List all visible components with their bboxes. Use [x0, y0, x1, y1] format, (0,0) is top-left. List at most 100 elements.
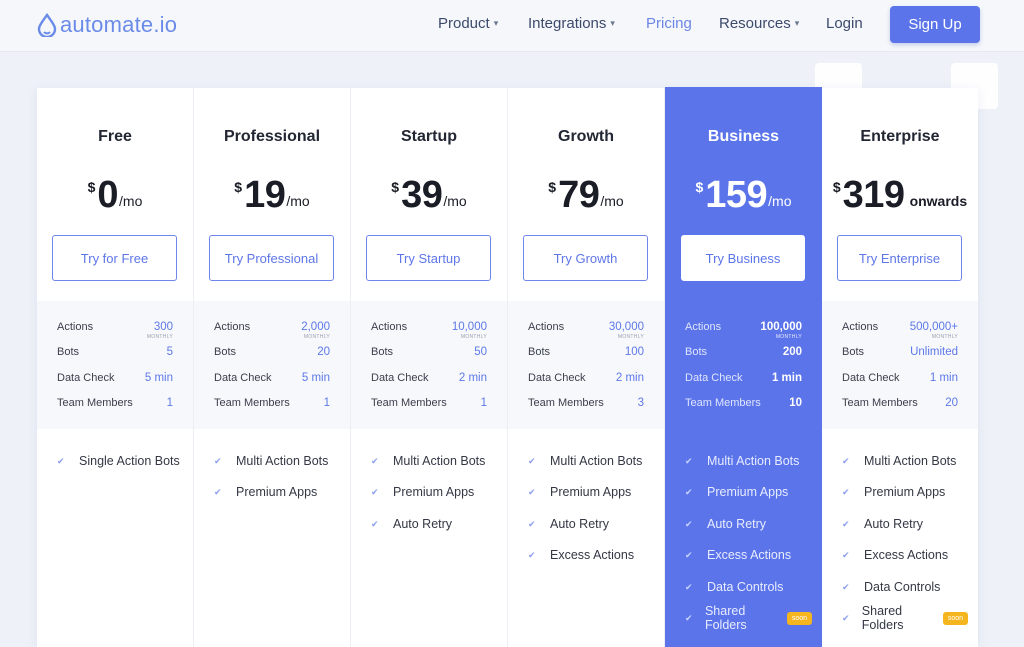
plan-name: Free [98, 128, 132, 145]
stat-actions: Actions 300 MONTHLY [57, 321, 173, 340]
nav-login[interactable]: Login [826, 15, 863, 32]
stat-label: Team Members [57, 397, 133, 409]
plan-price: $ 159 /mo [665, 175, 822, 215]
stat-bots: Bots 20 [214, 346, 330, 362]
feature-label: Multi Action Bots [393, 454, 486, 468]
feature-item: ✔ Multi Action Bots [214, 452, 340, 470]
stat-value: 3 [637, 397, 644, 409]
stat-label: Actions [842, 321, 879, 333]
nav-login-label: Login [826, 15, 863, 32]
stat-team-members: Team Members 10 [685, 397, 802, 413]
stat-label: Data Check [685, 372, 743, 384]
feature-label: Auto Retry [550, 517, 610, 531]
feature-item: ✔ Multi Action Bots [685, 452, 812, 470]
stat-value: 500,000+ [909, 321, 958, 333]
site-header: automate.io Product ▾ Integrations ▾ Prici… [0, 0, 1024, 52]
plan-name: Professional [223, 128, 321, 145]
nav-resources[interactable]: Resources ▾ [719, 15, 799, 32]
plan-stats: Actions 100,000 MONTHLY Bots 200 Data Check… [665, 301, 822, 429]
check-icon: ✔ [685, 486, 693, 497]
feature-label: Data Controls [707, 580, 784, 594]
try-growth-button[interactable]: Try Growth [523, 235, 648, 281]
feature-label: Data Controls [864, 580, 941, 594]
feature-label: Premium Apps [707, 485, 789, 499]
feature-label: Shared Folders [861, 604, 904, 632]
price-period: /mo [768, 193, 792, 209]
check-icon: ✔ [685, 612, 693, 623]
try-business-button[interactable]: Try Business [681, 235, 805, 281]
feature-label: Multi Action Bots [550, 454, 643, 468]
check-icon: ✔ [842, 549, 850, 560]
stat-value: 20 [317, 346, 330, 358]
plan-column-business: Business $ 159 /mo Try Business Actions 1… [665, 87, 822, 647]
stat-value: 1 [480, 397, 487, 409]
feature-item: ✔ Single Action Bots [57, 452, 183, 470]
stat-value: 300 [153, 321, 173, 333]
stat-team-members: Team Members 1 [371, 397, 487, 413]
logo-text: automate.io [60, 12, 178, 37]
feature-item: ✔ Excess Actions [528, 546, 654, 564]
stat-label: Data Check [842, 372, 900, 384]
feature-item: ✔ Auto Retry [685, 515, 812, 533]
logo[interactable]: automate.io [36, 11, 177, 39]
stat-label: Actions [214, 321, 251, 333]
check-icon: ✔ [528, 486, 536, 497]
plan-name: Startup [401, 128, 457, 145]
plan-column-free: Free $ 0 /mo Try for Free Actions 300 MONT… [37, 88, 194, 647]
plan-price: $ 19 /mo [194, 175, 350, 215]
stat-sublabel: MONTHLY [931, 334, 958, 340]
stat-label: Team Members [214, 397, 290, 409]
plan-column-professional: Professional $ 19 /mo Try Professional A… [194, 88, 351, 647]
stat-value: 200 [782, 346, 802, 358]
try-startup-button[interactable]: Try Startup [366, 235, 491, 281]
check-icon: ✔ [57, 455, 65, 466]
nav-pricing[interactable]: Pricing [646, 15, 692, 32]
price-currency: $ [234, 179, 243, 195]
nav-product[interactable]: Product ▾ [438, 15, 498, 32]
try-professional-button[interactable]: Try Professional [209, 235, 334, 281]
feature-item: ✔ Data Controls [842, 578, 968, 596]
sign-up-button[interactable]: Sign Up [890, 6, 980, 43]
stat-label: Team Members [685, 397, 761, 409]
stat-data-check: Data Check 5 min [57, 372, 173, 388]
stat-label: Bots [371, 346, 394, 358]
price-amount: 0 [97, 174, 119, 216]
feature-label: Premium Apps [236, 485, 318, 499]
stat-data-check: Data Check 2 min [371, 372, 487, 388]
stat-value: 1 min [929, 372, 958, 384]
stat-actions: Actions 10,000 MONTHLY [371, 321, 487, 340]
stat-value: 10,000 [451, 321, 487, 333]
check-icon: ✔ [842, 612, 850, 623]
stat-label: Bots [57, 346, 80, 358]
stat-bots: Bots 200 [685, 346, 802, 362]
try-enterprise-button[interactable]: Try Enterprise [837, 235, 962, 281]
nav-integrations[interactable]: Integrations ▾ [528, 15, 615, 32]
check-icon: ✔ [371, 486, 379, 497]
chevron-down-icon: ▾ [794, 18, 800, 28]
stat-actions: Actions 2,000 MONTHLY [214, 321, 330, 340]
feature-item: ✔ Multi Action Bots [528, 452, 654, 470]
check-icon: ✔ [528, 549, 536, 560]
check-icon: ✔ [214, 455, 222, 466]
feature-item: ✔ Premium Apps [842, 483, 968, 501]
stat-value: 5 min [144, 372, 173, 384]
plan-price: $ 39 /mo [351, 175, 507, 215]
check-icon: ✔ [685, 455, 693, 466]
price-period: /mo [286, 193, 310, 209]
feature-item: ✔ Shared Folders soon [842, 604, 968, 632]
plan-stats: Actions 500,000+ MONTHLY Bots Unlimited Dat… [822, 301, 978, 429]
stat-value: 100 [624, 346, 644, 358]
feature-item: ✔ Excess Actions [685, 546, 812, 564]
plan-stats: Actions 30,000 MONTHLY Bots 100 Data Check 2… [508, 301, 664, 429]
feature-item: ✔ Premium Apps [214, 483, 340, 501]
plan-name: Business [707, 128, 780, 145]
feature-label: Multi Action Bots [236, 454, 329, 468]
nav-resources-label: Resources [719, 15, 791, 32]
stat-value: 1 [166, 397, 173, 409]
stat-value: 5 min [301, 372, 330, 384]
feature-item: ✔ Premium Apps [371, 483, 497, 501]
try-free-button[interactable]: Try for Free [52, 235, 177, 281]
feature-label: Excess Actions [707, 548, 792, 562]
nav-product-label: Product [438, 15, 490, 32]
soon-badge: soon [786, 611, 812, 625]
